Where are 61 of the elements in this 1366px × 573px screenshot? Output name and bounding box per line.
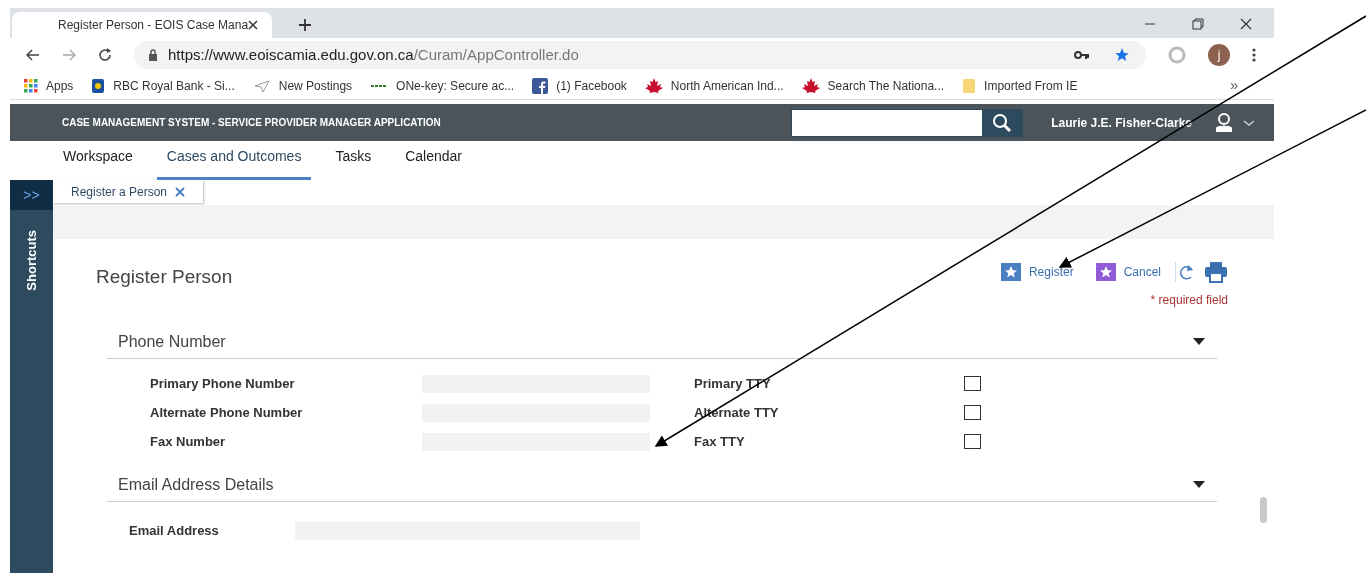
lock-icon bbox=[148, 49, 158, 61]
print-icon bbox=[1204, 261, 1228, 283]
bookmark[interactable]: Imported From IE bbox=[962, 76, 1078, 95]
restore-icon bbox=[1192, 18, 1204, 30]
user-name[interactable]: Laurie J.E. Fisher-Clarke bbox=[1051, 113, 1192, 132]
facebook-icon bbox=[532, 77, 549, 94]
bookmark[interactable]: (1) Facebook bbox=[532, 76, 627, 95]
bookmark[interactable]: Apps bbox=[24, 76, 74, 95]
shield-icon bbox=[91, 77, 106, 94]
maple-leaf-icon bbox=[644, 77, 663, 94]
field-label: Primary Phone Number bbox=[150, 374, 296, 393]
field-label: Email Address bbox=[129, 521, 220, 540]
search-icon bbox=[992, 112, 1013, 133]
bookmark[interactable]: RBC Royal Bank - Si... bbox=[91, 76, 235, 95]
required-note: * required field bbox=[1150, 292, 1228, 309]
bookmark[interactable]: Search The Nationa... bbox=[801, 76, 945, 95]
section-title: Email Address Details bbox=[118, 474, 274, 495]
field-label: Fax Number bbox=[150, 432, 227, 451]
shortcuts-label[interactable]: Shortcuts bbox=[21, 230, 42, 291]
section-header[interactable]: Phone Number bbox=[107, 325, 1217, 359]
nav-tab[interactable]: Workspace bbox=[53, 146, 143, 180]
bookmark[interactable]: North American Ind... bbox=[644, 76, 784, 95]
address-text: https://www.eoiscamia.edu.gov.on.ca/Curam/AppController.do bbox=[168, 44, 579, 65]
forward-icon bbox=[62, 49, 76, 61]
folder-icon bbox=[962, 77, 977, 94]
profile-avatar[interactable]: j bbox=[1208, 44, 1230, 66]
close-icon bbox=[248, 20, 259, 30]
overflow-chevron[interactable]: » bbox=[1230, 75, 1238, 96]
checkbox[interactable] bbox=[964, 376, 981, 391]
extension-icon bbox=[1168, 46, 1186, 64]
checkbox[interactable] bbox=[964, 405, 981, 420]
browser-tab[interactable]: Register Person - EOIS Case Mana bbox=[12, 12, 272, 38]
action-button[interactable]: Cancel bbox=[1095, 263, 1161, 281]
bookmark[interactable]: New Postings bbox=[252, 76, 353, 95]
maple-leaf-icon bbox=[801, 77, 820, 94]
apps-icon bbox=[24, 78, 38, 93]
app-title: CASE MANAGEMENT SYSTEM - SERVICE PROVIDER MANAGER APPLICATION bbox=[62, 116, 441, 130]
section-header[interactable]: Email Address Details bbox=[107, 468, 1217, 502]
address-field[interactable]: https://www.eoiscamia.edu.gov.on.ca/Curam/AppController.do bbox=[134, 41, 1146, 69]
back-icon bbox=[26, 49, 40, 61]
section-title: Phone Number bbox=[118, 331, 226, 352]
plane-icon bbox=[252, 77, 271, 94]
refresh-icon bbox=[1175, 262, 1196, 282]
nav-tab[interactable]: Calendar bbox=[395, 146, 473, 180]
menu-icon bbox=[1252, 48, 1256, 62]
search-field[interactable] bbox=[791, 108, 1024, 137]
nav-tab[interactable]: Tasks bbox=[325, 146, 382, 180]
action-button[interactable]: Register bbox=[1000, 263, 1074, 281]
reload-icon bbox=[98, 48, 112, 62]
sidebar-toggle[interactable]: >> bbox=[10, 180, 53, 210]
checkbox[interactable] bbox=[964, 434, 981, 449]
bookmark[interactable]: ONe-key: Secure ac... bbox=[370, 76, 515, 95]
field-label: Alternate Phone Number bbox=[150, 403, 304, 422]
field-label: Fax TTY bbox=[694, 432, 746, 451]
page-title: Register Person bbox=[96, 265, 233, 289]
close-icon bbox=[1240, 18, 1252, 30]
page-tab[interactable]: Register a Person bbox=[53, 180, 204, 203]
plus-icon bbox=[298, 18, 312, 32]
scrollbar-thumb[interactable] bbox=[1260, 497, 1267, 523]
star-icon bbox=[1114, 47, 1130, 63]
close-icon bbox=[175, 186, 186, 197]
